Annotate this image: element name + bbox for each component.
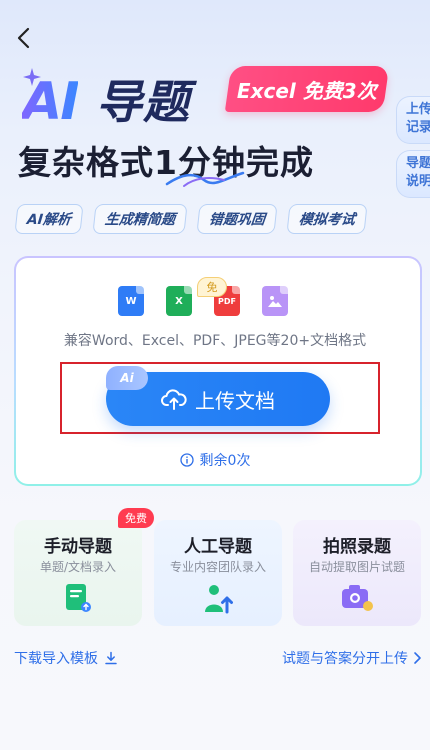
import-guide-button[interactable]: 导题 说明 xyxy=(396,150,430,198)
upload-record-button[interactable]: 上传 记录 xyxy=(396,96,430,144)
free-tag: 免费 xyxy=(118,508,154,528)
person-upload-icon xyxy=(205,585,233,614)
photo-import-title: 拍照录题 xyxy=(323,537,391,557)
download-template-link[interactable]: 下载导入模板 xyxy=(14,648,118,668)
import-guide-label: 导题 说明 xyxy=(406,156,430,189)
document-edit-icon xyxy=(66,584,91,612)
download-icon xyxy=(105,651,117,665)
manual-import-sub: 单题/文档录入 xyxy=(39,560,117,574)
photo-import-card[interactable]: 拍照录题 自动提取图片试题 xyxy=(293,520,421,626)
feature-tags: AI解析 生成精简题 错题巩固 模拟考试 xyxy=(14,204,368,234)
excel-free-badge-label: Excel 免费3次 xyxy=(237,78,377,103)
ai-chip: Ai xyxy=(106,366,148,390)
human-import-sub: 专业内容团队录入 xyxy=(169,560,266,574)
split-upload-label: 试题与答案分开上传 xyxy=(282,651,408,667)
squiggle-decoration xyxy=(165,171,245,187)
remaining-label: 剩余0次 xyxy=(199,453,251,469)
cloud-upload-icon xyxy=(161,389,187,410)
human-import-card[interactable]: 人工导题 专业内容团队录入 xyxy=(154,520,282,626)
manual-import-title: 手动导题 xyxy=(44,537,112,557)
human-import-title: 人工导题 xyxy=(184,537,252,557)
word-icon: W xyxy=(118,286,144,316)
chevron-right-icon xyxy=(414,652,421,664)
split-upload-link[interactable]: 试题与答案分开上传 xyxy=(282,648,422,668)
manual-import-card[interactable]: 手动导题 单题/文档录入 xyxy=(14,520,142,626)
photo-import-sub: 自动提取图片试题 xyxy=(308,560,405,574)
tag-ai-analysis: AI解析 xyxy=(14,204,84,234)
chevron-left-icon xyxy=(17,27,30,49)
remaining-count: 剩余0次 xyxy=(0,450,430,470)
download-template-label: 下载导入模板 xyxy=(14,651,98,667)
tag-mock-exam: 模拟考试 xyxy=(286,204,368,234)
upload-record-label: 上传 记录 xyxy=(406,102,430,135)
excel-icon: X xyxy=(166,286,192,316)
excel-free-badge: Excel 免费3次 xyxy=(224,66,390,112)
image-icon xyxy=(262,286,288,316)
hero-ai-text: AI xyxy=(22,72,80,132)
excel-free-chip: 免 xyxy=(197,277,227,297)
tag-simplified: 生成精简题 xyxy=(92,204,188,234)
upload-document-label: 上传文档 xyxy=(195,388,275,413)
compatibility-text: 兼容Word、Excel、PDF、JPEG等20+文档格式 xyxy=(63,333,367,349)
back-button[interactable] xyxy=(10,24,38,52)
camera-icon xyxy=(342,585,373,611)
info-icon xyxy=(179,453,194,467)
tag-mistakes: 错题巩固 xyxy=(196,204,278,234)
image-glyph-icon xyxy=(268,296,282,307)
hero-title: 导题 xyxy=(96,75,190,129)
